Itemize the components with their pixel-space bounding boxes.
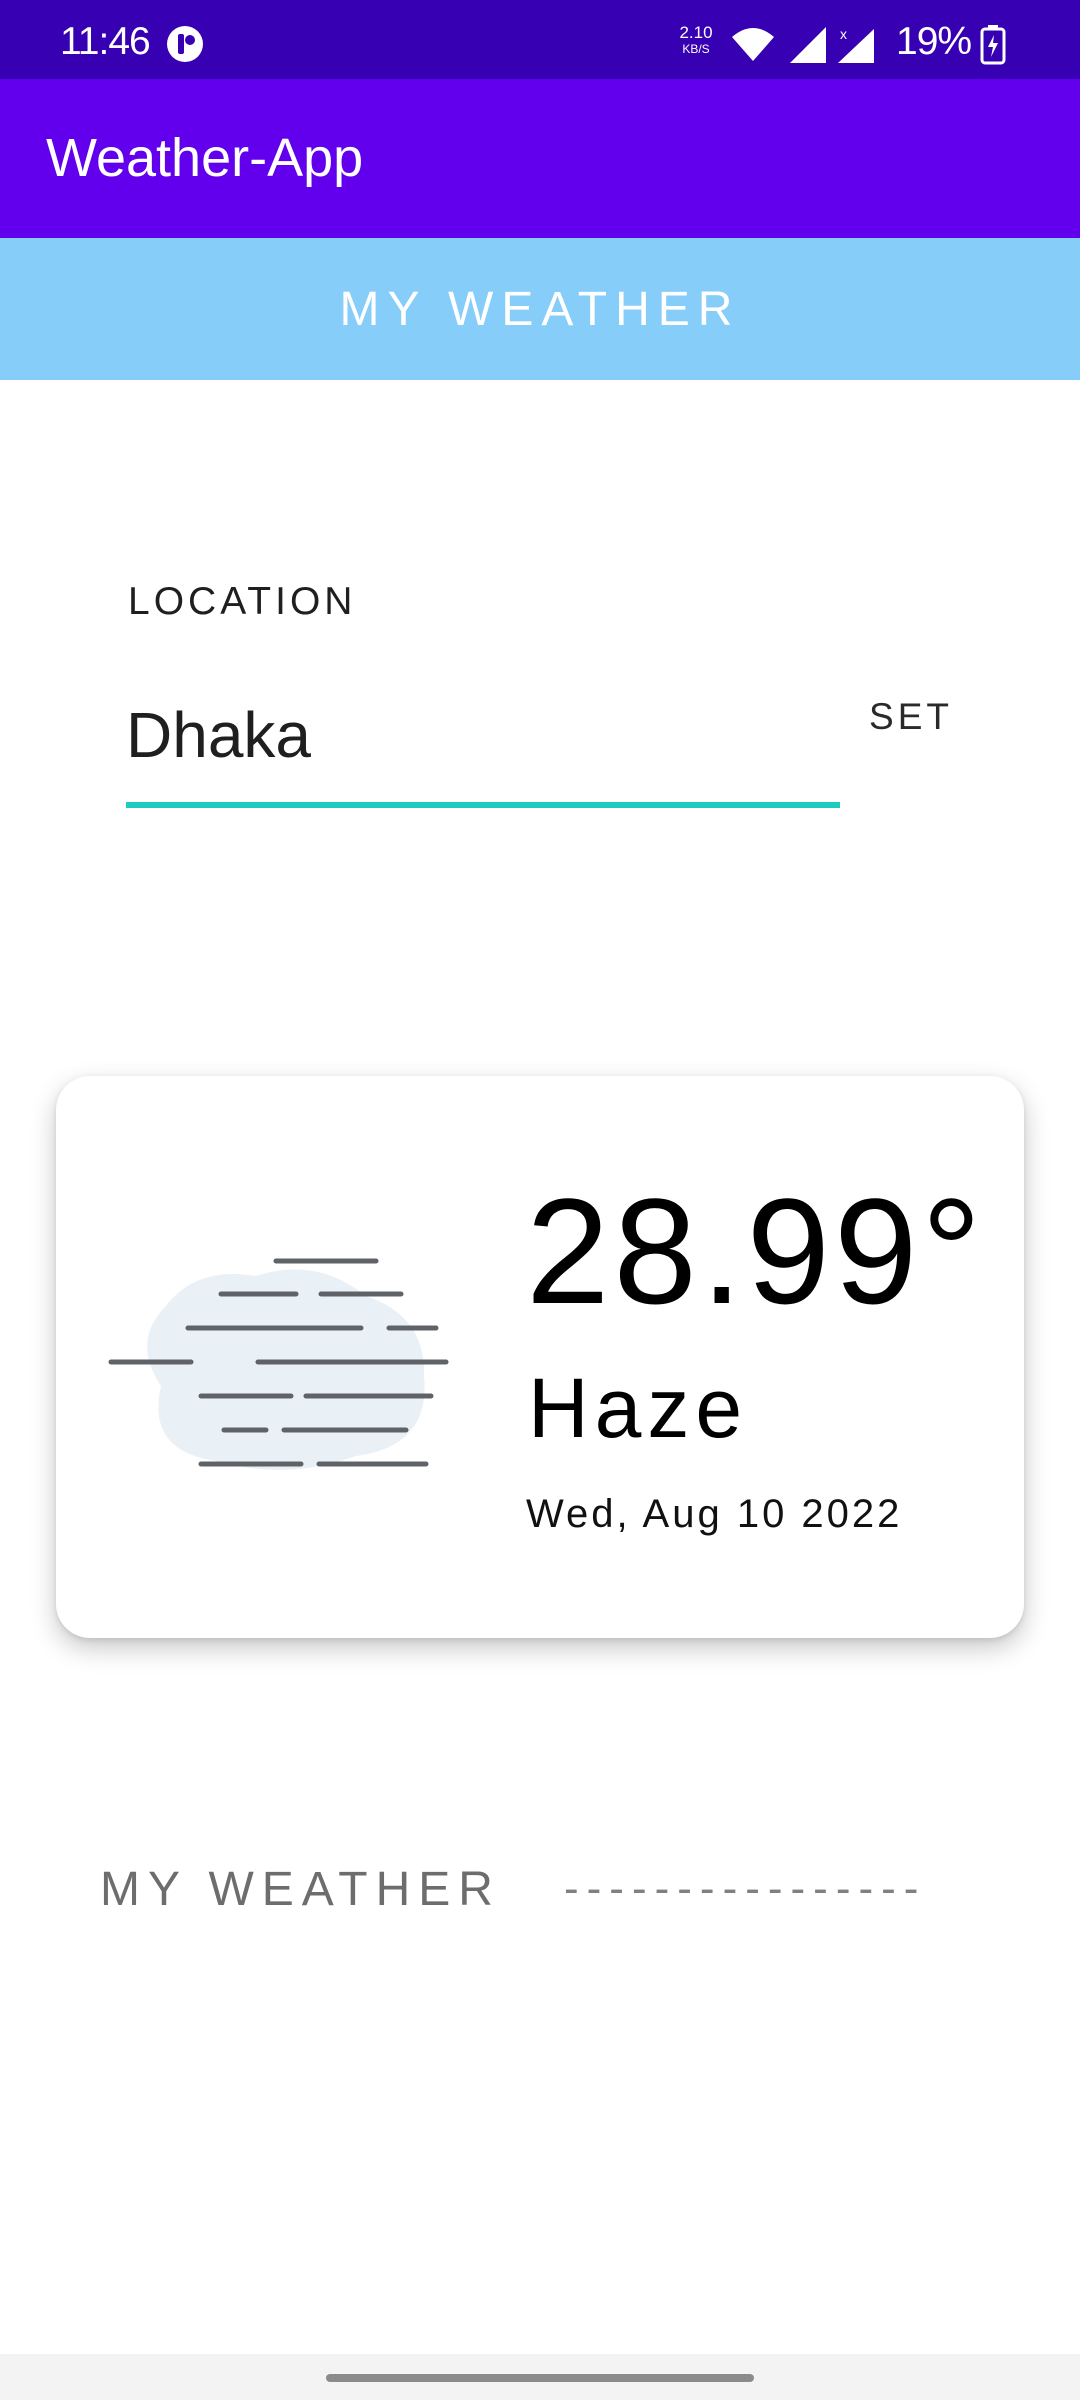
app-title: Weather-App xyxy=(46,128,364,188)
haze-icon xyxy=(108,1258,449,1470)
navigation-bar xyxy=(0,2354,1080,2400)
temperature: 28.99° xyxy=(526,1167,986,1335)
app-notification-icon xyxy=(167,26,203,62)
home-gesture-handle[interactable] xyxy=(326,2374,754,2382)
footer-label: MY WEATHER xyxy=(100,1863,501,1916)
location-input[interactable] xyxy=(126,668,840,808)
network-speed-unit: KB/S xyxy=(682,42,710,56)
wifi-icon xyxy=(732,28,774,61)
weather-condition: Haze xyxy=(528,1361,749,1455)
screen: 11:46 2.10 KB/S x 19% Weather-App MY WEA… xyxy=(0,0,1080,2400)
battery-percent: 19% xyxy=(896,20,972,63)
status-bar: 11:46 2.10 KB/S x 19% xyxy=(0,0,1080,79)
set-button[interactable]: SET xyxy=(846,690,976,744)
tab-my-weather[interactable]: MY WEATHER xyxy=(0,238,1080,380)
app-bar: Weather-App xyxy=(0,79,1080,238)
footer-dashes: ---------------- xyxy=(564,1864,927,1913)
signal-icon xyxy=(790,27,826,63)
weather-date: Wed, Aug 10 2022 xyxy=(526,1492,903,1536)
signal-no-data-icon: x xyxy=(838,26,874,63)
network-speed-value: 2.10 xyxy=(679,23,713,42)
location-label: LOCATION xyxy=(128,580,357,623)
tab-label: MY WEATHER xyxy=(339,283,741,336)
battery-charging-icon xyxy=(980,25,1006,65)
svg-text:x: x xyxy=(840,26,847,42)
status-time: 11:46 xyxy=(60,20,151,63)
weather-card: 28.99° Haze Wed, Aug 10 2022 xyxy=(56,1076,1024,1638)
network-speed: 2.10 KB/S xyxy=(674,24,718,58)
